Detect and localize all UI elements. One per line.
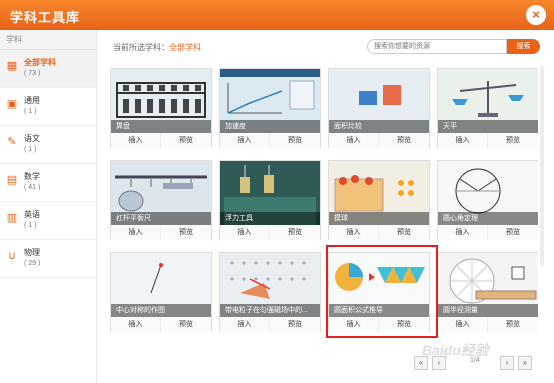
window-title: 学科工具库: [10, 10, 81, 25]
subject-sidebar: 学科 ▦ 全部学科 ( 73 ) ▣ 通用 ( 1 ) ✎ 语文 ( 1 ) ▤…: [0, 30, 97, 383]
search-input[interactable]: [367, 39, 507, 54]
breadcrumb: 当前所选学科：全部学科: [113, 42, 201, 53]
prev-page-button[interactable]: ‹: [432, 356, 446, 370]
tool-grid: 算盘 插入 预览 加速度 插入 预览 面积比较 插入 预览 天平 插入 预览 杠…: [110, 68, 538, 348]
tool-card[interactable]: 算盘 插入 预览: [110, 68, 212, 148]
close-icon[interactable]: ×: [526, 5, 546, 25]
preview-button[interactable]: 预览: [379, 225, 429, 240]
tool-card[interactable]: 面积比较 插入 预览: [328, 68, 430, 148]
preview-button[interactable]: 预览: [270, 225, 320, 240]
breadcrumb-current: 全部学科: [169, 43, 201, 52]
card-title: 加速度: [220, 120, 320, 133]
sidebar-item-count: ( 1 ): [24, 222, 37, 229]
sidebar-item-chinese[interactable]: ✎ 语文 ( 1 ): [0, 126, 96, 164]
card-title: 算盘: [111, 120, 211, 133]
preview-button[interactable]: 预览: [161, 317, 211, 332]
grid-icon: ▦: [6, 60, 18, 72]
pen-icon: ✎: [7, 136, 17, 148]
magnet-icon: ∪: [7, 250, 17, 262]
card-title: 带电粒子在匀强磁场中的...: [220, 304, 320, 317]
sidebar-item-label: 全部学科: [24, 58, 56, 67]
tool-card[interactable]: 杠杆平衡尺 插入 预览: [110, 160, 212, 240]
card-title: 浮力工具: [220, 212, 320, 225]
insert-button[interactable]: 插入: [220, 133, 270, 148]
tool-card[interactable]: 中心对称的作图 插入 预览: [110, 252, 212, 332]
insert-button[interactable]: 插入: [111, 225, 161, 240]
sidebar-item-general[interactable]: ▣ 通用 ( 1 ): [0, 88, 96, 126]
sidebar-item-count: ( 29 ): [24, 260, 41, 267]
search-button[interactable]: 搜索: [507, 39, 540, 54]
sidebar-item-count: ( 41 ): [24, 184, 41, 191]
sidebar-heading: 学科: [0, 30, 96, 50]
sidebar-item-count: ( 1 ): [24, 108, 37, 115]
insert-button[interactable]: 插入: [111, 133, 161, 148]
sidebar-item-english[interactable]: ▥ 英语 ( 1 ): [0, 202, 96, 240]
sidebar-item-count: ( 1 ): [24, 146, 37, 153]
tool-icon: ▣: [6, 98, 18, 110]
tool-card[interactable]: 带电粒子在匀强磁场中的... 插入 预览: [219, 252, 321, 332]
insert-button[interactable]: 插入: [438, 317, 488, 332]
sidebar-item-math[interactable]: ▤ 数学 ( 41 ): [0, 164, 96, 202]
preview-button[interactable]: 预览: [270, 133, 320, 148]
sidebar-item-label: 通用: [24, 96, 40, 105]
tool-card[interactable]: 圆心角定理 插入 预览: [437, 160, 538, 240]
sidebar-item-label: 英语: [24, 210, 40, 219]
sidebar-item-all[interactable]: ▦ 全部学科 ( 73 ): [0, 50, 96, 88]
card-title: 杠杆平衡尺: [111, 212, 211, 225]
page-indicator: 1/4: [470, 357, 480, 364]
card-title: 圆半径测量: [438, 304, 538, 317]
last-page-button[interactable]: »: [518, 356, 532, 370]
tool-card[interactable]: 加速度 插入 预览: [219, 68, 321, 148]
insert-button[interactable]: 插入: [111, 317, 161, 332]
card-title: 摸球: [329, 212, 429, 225]
card-title: 圆心角定理: [438, 212, 538, 225]
preview-button[interactable]: 预览: [161, 225, 211, 240]
abc-icon: ▥: [6, 212, 18, 224]
insert-button[interactable]: 插入: [329, 225, 379, 240]
tool-card[interactable]: 圆半径测量 插入 预览: [437, 252, 538, 332]
preview-button[interactable]: 预览: [488, 133, 538, 148]
sidebar-item-label: 物理: [24, 248, 40, 257]
tool-card[interactable]: 摸球 插入 预览: [328, 160, 430, 240]
first-page-button[interactable]: «: [414, 356, 428, 370]
preview-button[interactable]: 预览: [488, 225, 538, 240]
insert-button[interactable]: 插入: [220, 225, 270, 240]
insert-button[interactable]: 插入: [329, 133, 379, 148]
insert-button[interactable]: 插入: [438, 225, 488, 240]
card-title: 面积比较: [329, 120, 429, 133]
preview-button[interactable]: 预览: [379, 133, 429, 148]
title-bar: 学科工具库 ×: [0, 0, 554, 30]
tool-card[interactable]: 天平 插入 预览: [437, 68, 538, 148]
breadcrumb-prefix: 当前所选学科：: [113, 43, 169, 52]
scrollbar[interactable]: [540, 66, 544, 266]
highlight-box: [326, 245, 438, 338]
preview-button[interactable]: 预览: [270, 317, 320, 332]
insert-button[interactable]: 插入: [438, 133, 488, 148]
insert-button[interactable]: 插入: [220, 317, 270, 332]
tool-card[interactable]: 浮力工具 插入 预览: [219, 160, 321, 240]
preview-button[interactable]: 预览: [161, 133, 211, 148]
sidebar-item-physics[interactable]: ∪ 物理 ( 29 ): [0, 240, 96, 278]
calculator-icon: ▤: [6, 174, 18, 186]
card-title: 天平: [438, 120, 538, 133]
sidebar-item-label: 语文: [24, 134, 40, 143]
preview-button[interactable]: 预览: [488, 317, 538, 332]
next-page-button[interactable]: ›: [500, 356, 514, 370]
sidebar-item-label: 数学: [24, 172, 40, 181]
card-title: 中心对称的作图: [111, 304, 211, 317]
sidebar-item-count: ( 73 ): [24, 70, 41, 77]
